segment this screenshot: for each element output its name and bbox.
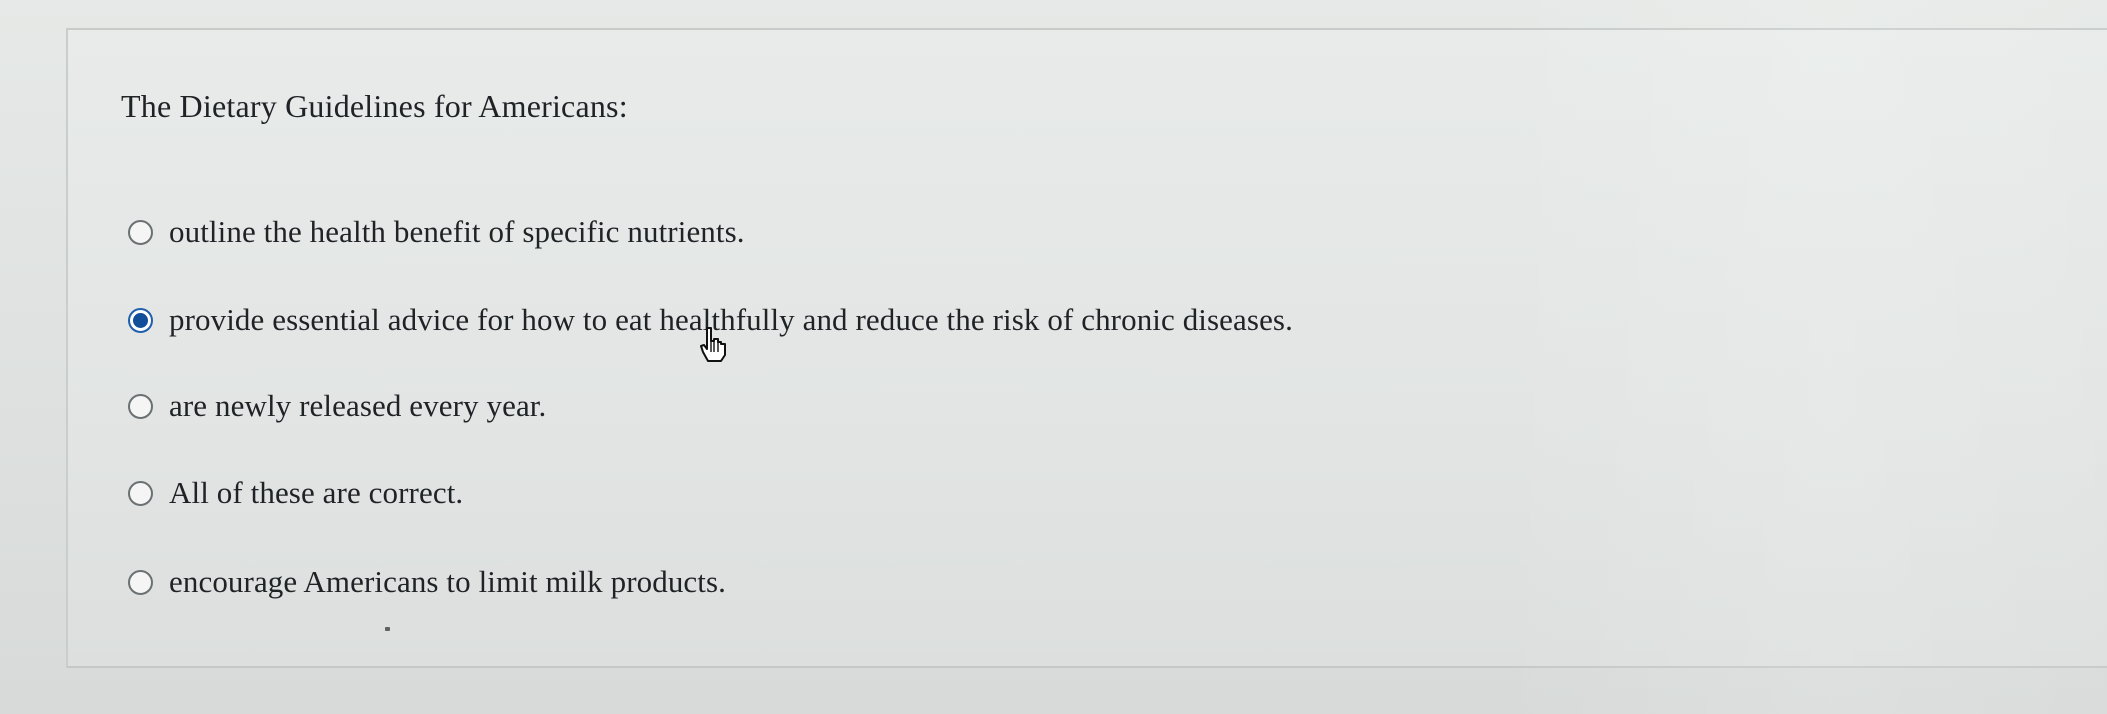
answer-option-3[interactable]: are newly released every year. [128,386,546,426]
answer-option-4[interactable]: All of these are correct. [128,473,463,513]
answer-option-label: are newly released every year. [169,388,547,423]
radio-button-icon[interactable] [128,569,153,595]
small-screen-mark [385,627,390,631]
question-text: The Dietary Guidelines for Americans: [121,88,628,124]
answer-option-2[interactable]: provide essential advice for how to eat … [128,300,1293,340]
answer-option-label: All of these are correct. [169,475,464,510]
answer-option-label: outline the health benefit of specific n… [169,214,745,249]
answer-option-label: encourage Americans to limit milk produc… [169,564,727,599]
answer-option-label: provide essential advice for how to eat … [169,302,1293,337]
quiz-screen: The Dietary Guidelines for Americans: ou… [0,0,2107,714]
radio-button-icon[interactable] [128,393,153,419]
answer-option-1[interactable]: outline the health benefit of specific n… [128,212,745,252]
radio-button-icon[interactable] [128,219,153,245]
answer-option-5[interactable]: encourage Americans to limit milk produc… [128,562,726,602]
radio-button-icon[interactable] [128,480,153,506]
radio-button-selected-icon[interactable] [128,307,153,333]
